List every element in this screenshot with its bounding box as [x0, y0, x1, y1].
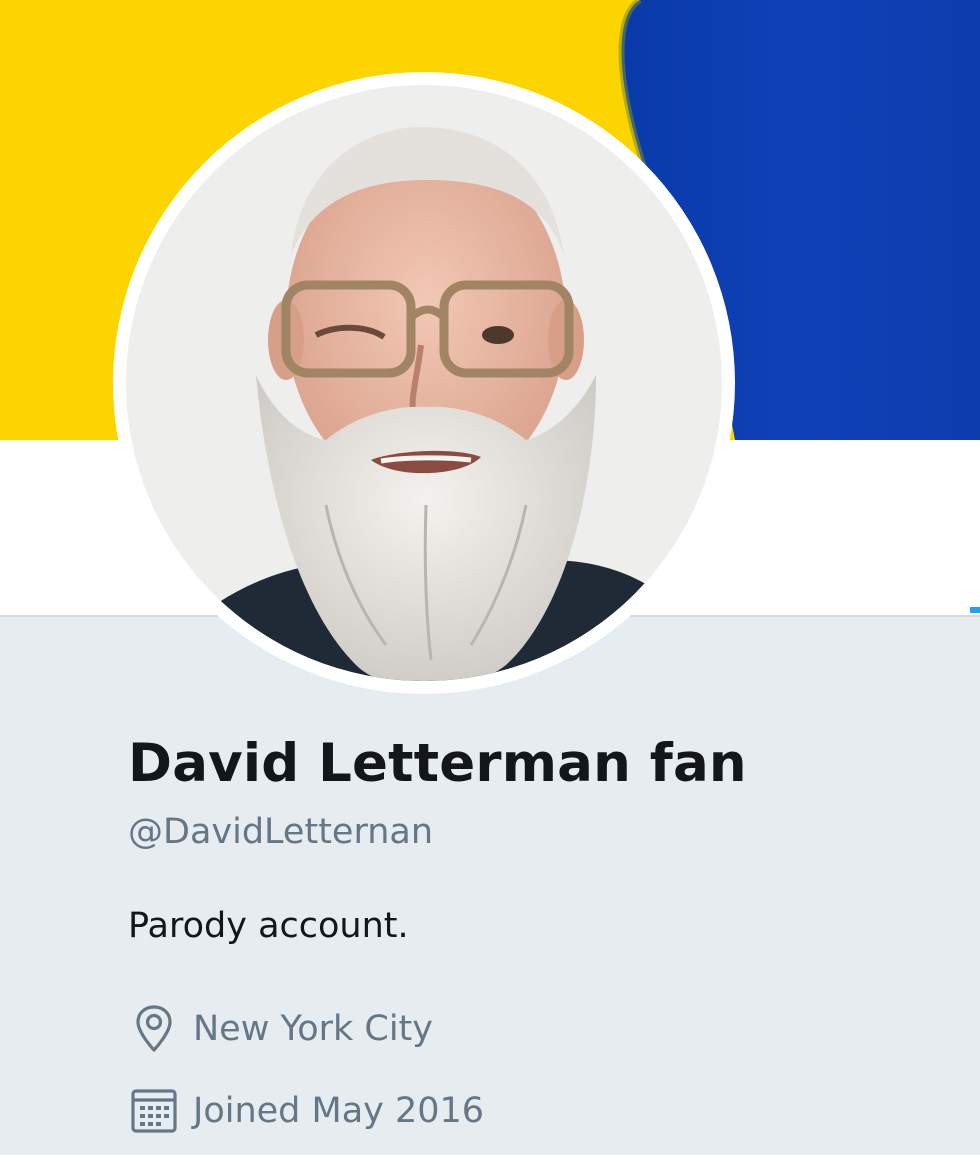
location-text: New York City: [193, 1009, 433, 1049]
bio: Parody account.: [128, 906, 409, 946]
tab-indicator: [970, 607, 980, 613]
display-name: David Letterman fan: [128, 733, 747, 794]
location-row: New York City: [128, 1003, 433, 1055]
avatar[interactable]: [113, 72, 735, 694]
joined-row: Joined May 2016: [128, 1085, 484, 1137]
username-handle: @DavidLetternan: [128, 812, 434, 852]
location-pin-icon: [128, 1003, 180, 1055]
joined-date-text: Joined May 2016: [193, 1091, 485, 1131]
avatar-photo: [126, 85, 722, 681]
profile-panel: [0, 617, 980, 1155]
calendar-icon: [128, 1085, 180, 1137]
